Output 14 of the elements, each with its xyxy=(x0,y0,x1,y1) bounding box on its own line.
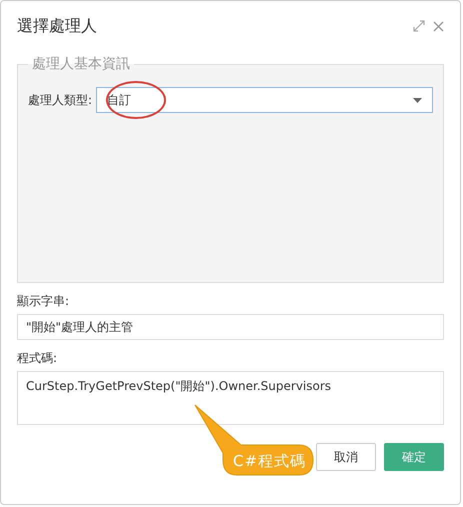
cancel-button[interactable]: 取消 xyxy=(316,443,376,471)
expand-icon[interactable] xyxy=(413,20,425,32)
code-field[interactable]: CurStep.TryGetPrevStep("開始").Owner.Supervisors xyxy=(17,371,444,425)
type-dropdown[interactable]: 自訂 xyxy=(96,87,433,113)
display-string-label: 顯示字串: xyxy=(17,293,70,310)
callout-text: C#程式碼 xyxy=(233,452,306,471)
code-label: 程式碼: xyxy=(17,350,58,367)
highlight-ellipse xyxy=(106,81,166,119)
type-label: 處理人類型: xyxy=(28,92,92,108)
close-icon[interactable] xyxy=(433,20,444,32)
fieldset-legend: 處理人基本資訊 xyxy=(28,55,134,73)
window-title: 選擇處理人 xyxy=(17,16,97,36)
display-string-field[interactable]: "開始"處理人的主管 xyxy=(17,314,444,340)
caret-icon xyxy=(413,98,422,102)
